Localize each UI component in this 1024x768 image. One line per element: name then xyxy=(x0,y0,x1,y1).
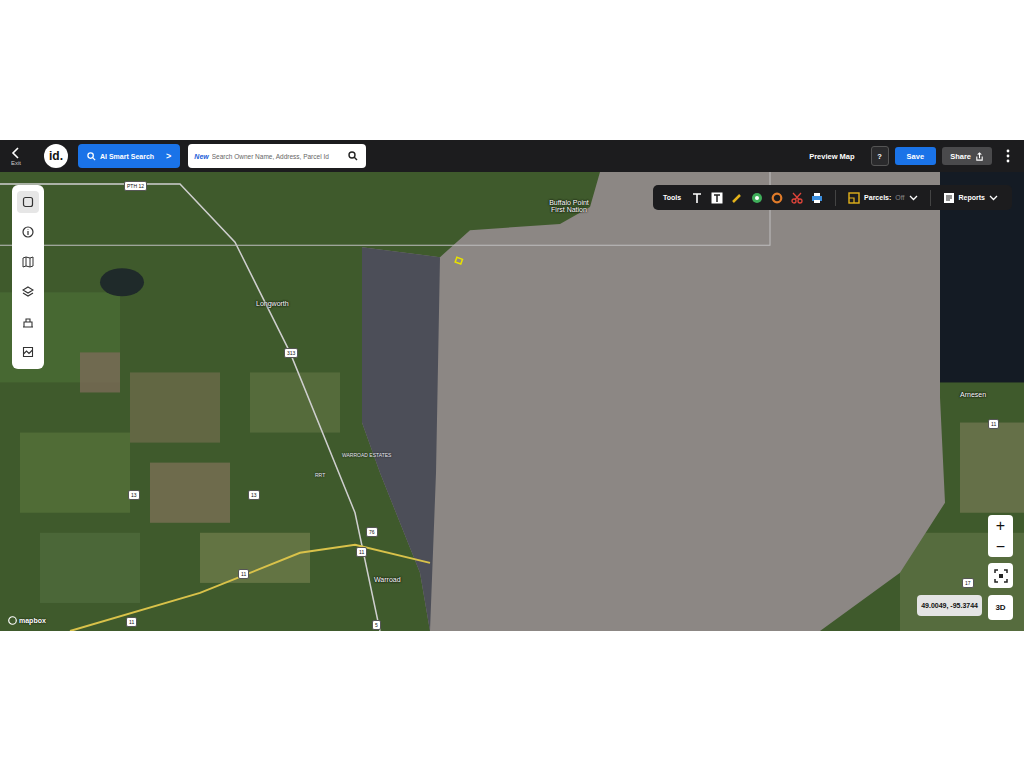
search-field[interactable]: New Search Owner Name, Address, Parcel Id xyxy=(188,144,366,168)
focus-icon xyxy=(994,569,1008,583)
search-icon xyxy=(87,152,96,161)
scissors-icon[interactable] xyxy=(791,192,803,204)
ai-search-chevron: > xyxy=(166,151,171,161)
sidebar-item[interactable] xyxy=(17,281,39,303)
map[interactable]: PTH 12 Buffalo Point First Nation Longwort… xyxy=(0,172,1024,631)
exit-button[interactable]: Exit xyxy=(8,147,24,166)
parcels-value: Off xyxy=(895,194,904,201)
action-label: Share xyxy=(950,152,971,161)
pencil-icon[interactable] xyxy=(731,192,743,204)
page: Exit id. AI Smart Search > New Search Owner N… xyxy=(0,0,1024,768)
zoom-out-button[interactable]: − xyxy=(988,536,1013,557)
zoom-control: +− xyxy=(988,515,1013,557)
map-label-place: Warroad xyxy=(374,576,401,583)
map-label-shield: 17 xyxy=(962,578,974,588)
parcels-label: Parcels: xyxy=(864,194,891,201)
logo[interactable]: id. xyxy=(44,144,68,168)
ai-search-label: AI Smart Search xyxy=(100,153,154,160)
map-label-small: WARROAD ESTATES xyxy=(342,452,391,458)
secondary-button[interactable]: Share xyxy=(942,147,992,165)
sidebar-icon xyxy=(22,346,34,358)
tools-panel: Tools Parcels: Off Reports xyxy=(653,185,1012,210)
text-icon[interactable] xyxy=(691,192,703,204)
action-label: ? xyxy=(877,152,882,161)
map-label-shield: 11 xyxy=(356,547,367,557)
chevron-down-icon xyxy=(909,195,918,201)
attribution-text: mapbox xyxy=(19,617,46,624)
mapbox-icon xyxy=(8,616,17,625)
parcels-toggle[interactable]: Parcels: Off xyxy=(848,192,917,204)
map-label-shield: PTH 12 xyxy=(124,181,147,191)
tools-label: Tools xyxy=(663,194,681,201)
help-button[interactable]: ? xyxy=(871,146,889,166)
sidebar-icon xyxy=(22,196,34,208)
sidebar-item[interactable] xyxy=(17,341,39,363)
sidebar-item[interactable] xyxy=(17,311,39,333)
primary-button[interactable]: Save xyxy=(895,147,937,165)
sidebar-icon xyxy=(22,316,34,328)
coordinates: 49.0049, -95.3744 xyxy=(917,595,982,616)
ai-search-button[interactable]: AI Smart Search > xyxy=(78,144,180,168)
back-icon xyxy=(11,147,21,159)
chevron-down-icon xyxy=(989,195,998,201)
share-icon xyxy=(975,152,984,161)
action-label: Preview Map xyxy=(809,152,854,161)
search-placeholder: Search Owner Name, Address, Parcel Id xyxy=(212,153,346,160)
sidebar-item[interactable] xyxy=(17,191,39,213)
mapbox-attribution[interactable]: mapbox xyxy=(8,616,46,625)
map-label-place: Arnesen xyxy=(960,391,986,398)
sidebar-icon xyxy=(22,226,34,238)
magnifier-icon xyxy=(348,151,358,161)
more-icon[interactable] xyxy=(1006,149,1010,163)
report-icon xyxy=(943,192,955,204)
map-label-place: Buffalo Point First Nation xyxy=(545,199,593,213)
print-icon[interactable] xyxy=(811,192,823,204)
reports-label: Reports xyxy=(959,194,985,201)
sidebar-item[interactable] xyxy=(17,221,39,243)
exit-label: Exit xyxy=(11,160,21,166)
bottom-blank xyxy=(0,631,1024,768)
map-label-shield: 13 xyxy=(248,490,260,500)
top-blank xyxy=(0,0,1024,140)
circle-icon[interactable] xyxy=(771,192,783,204)
map-label-shield: 11 xyxy=(238,569,249,579)
fit-bounds-button[interactable] xyxy=(988,563,1013,588)
action-label: Save xyxy=(907,152,925,161)
map-label-shield: 313 xyxy=(284,348,298,358)
zoom-in-button[interactable]: + xyxy=(988,515,1013,536)
app: Exit id. AI Smart Search > New Search Owner N… xyxy=(0,140,1024,631)
reports-menu[interactable]: Reports xyxy=(943,192,998,204)
map-label-shield: 13 xyxy=(128,490,140,500)
map-label-shield: 76 xyxy=(366,527,378,537)
3d-button[interactable]: 3D xyxy=(988,595,1013,620)
map-label-shield: 11 xyxy=(126,617,137,627)
sidebar-icon xyxy=(22,256,34,268)
map-label-shield: 5 xyxy=(372,620,381,630)
toolbar: Exit id. AI Smart Search > New Search Owner N… xyxy=(0,140,1024,172)
sidebar-item[interactable] xyxy=(17,251,39,273)
sidebar-icon xyxy=(22,286,34,298)
link-button[interactable]: Preview Map xyxy=(809,147,854,165)
text-box-icon[interactable] xyxy=(711,192,723,204)
actions: Preview Map? Save Share xyxy=(809,146,1010,166)
new-badge: New xyxy=(194,153,208,160)
parcels-icon xyxy=(848,192,860,204)
satellite-imagery xyxy=(0,172,1024,631)
globe-icon[interactable] xyxy=(751,192,763,204)
sidebar xyxy=(12,185,44,369)
map-label-small: RRT xyxy=(315,472,325,478)
map-label-shield: 11 xyxy=(988,419,999,429)
map-label-place: Longworth xyxy=(256,300,289,307)
